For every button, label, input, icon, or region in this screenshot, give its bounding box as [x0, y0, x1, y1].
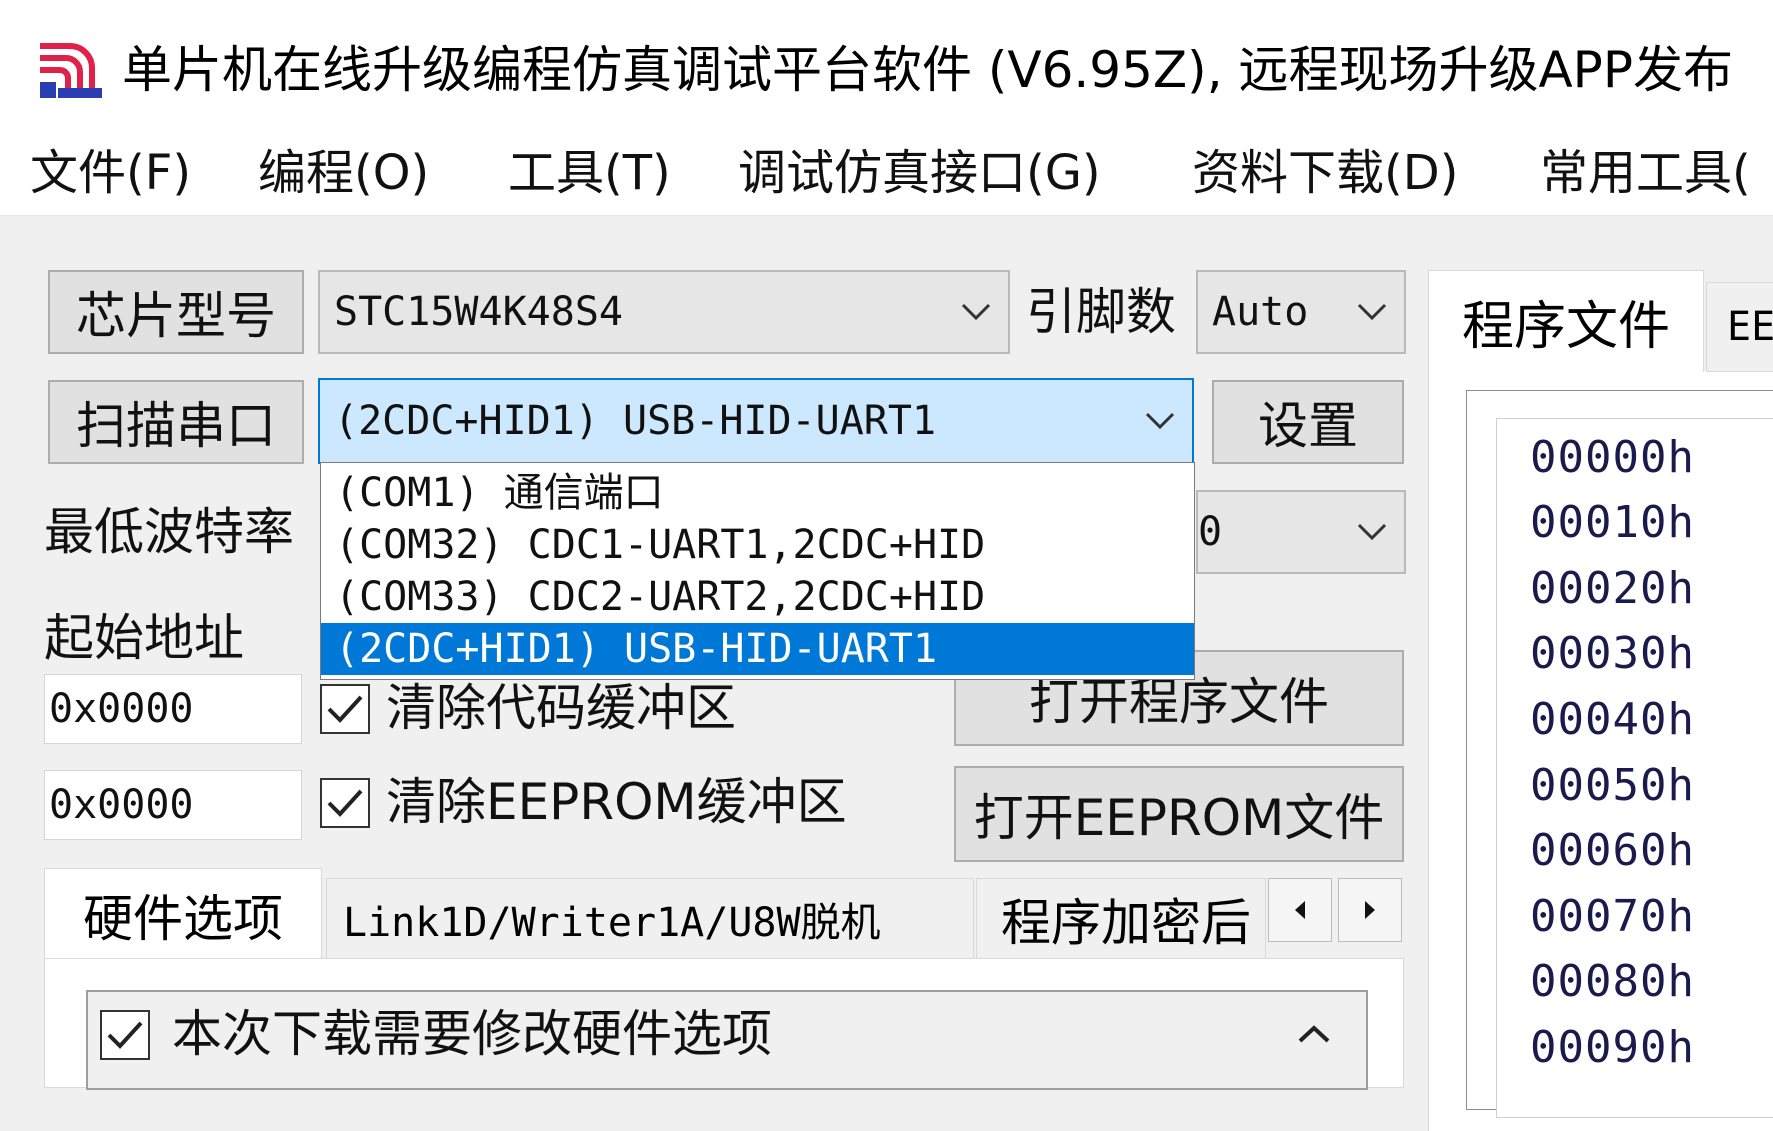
menu-debug-interface[interactable]: 调试仿真接口(G) [738, 140, 1101, 206]
port-dropdown-list[interactable]: (COM1) 通信端口 (COM32) CDC1-UART1,2CDC+HID … [320, 462, 1195, 680]
code-start-address-input[interactable]: 0x0000 [44, 674, 302, 744]
clear-code-checkbox[interactable] [320, 684, 370, 734]
hex-address: 00010h [1530, 497, 1695, 548]
clear-eeprom-label: 清除EEPROM缓冲区 [386, 773, 847, 831]
menu-common-tools[interactable]: 常用工具( [1540, 140, 1751, 206]
hex-address: 00040h [1530, 694, 1695, 745]
menu-tools[interactable]: 工具(T) [508, 140, 671, 206]
check-icon [327, 695, 363, 723]
scan-port-button[interactable]: 扫描串口 [48, 380, 304, 464]
menu-file[interactable]: 文件(F) [30, 140, 191, 206]
clear-code-label: 清除代码缓冲区 [386, 679, 736, 737]
chevron-down-icon [1128, 380, 1192, 462]
modify-hardware-checkbox[interactable] [100, 1010, 150, 1060]
hex-address: 00060h [1530, 825, 1695, 876]
tab-eeprom-file[interactable]: EE [1706, 282, 1773, 372]
chevron-down-icon [1340, 492, 1404, 572]
tab-hardware-options[interactable]: 硬件选项 [44, 868, 322, 960]
chevron-down-icon [1340, 272, 1404, 352]
start-address-label: 起始地址 [44, 609, 244, 667]
baud-select-value: 0 [1198, 509, 1223, 555]
open-eeprom-file-button[interactable]: 打开EEPROM文件 [954, 766, 1404, 862]
settings-button[interactable]: 设置 [1212, 380, 1404, 464]
hex-address: 00080h [1530, 956, 1695, 1007]
chevron-down-icon [944, 272, 1008, 352]
modify-hardware-label: 本次下载需要修改硬件选项 [172, 1005, 772, 1063]
pin-count-label: 引脚数 [1026, 283, 1176, 341]
chip-model-value: STC15W4K48S4 [334, 289, 623, 335]
eeprom-start-address-input[interactable]: 0x0000 [44, 770, 302, 840]
port-option[interactable]: (COM1) 通信端口 [321, 467, 1194, 519]
port-select-value: (2CDC+HID1) USB-HID-UART1 [334, 398, 937, 444]
collapse-chevron-up-icon[interactable] [1284, 1004, 1344, 1064]
port-option[interactable]: (COM33) CDC2-UART2,2CDC+HID [321, 571, 1194, 623]
pin-count-select[interactable]: Auto [1196, 270, 1406, 354]
hex-address: 00020h [1530, 563, 1695, 614]
hex-address: 00050h [1530, 760, 1695, 811]
port-option[interactable]: (COM32) CDC1-UART1,2CDC+HID [321, 519, 1194, 571]
arrow-left-icon [1295, 901, 1305, 919]
min-baud-label: 最低波特率 [44, 503, 294, 561]
clear-eeprom-checkbox[interactable] [320, 778, 370, 828]
port-select[interactable]: (2CDC+HID1) USB-HID-UART1 [318, 378, 1194, 464]
arrow-right-icon [1365, 901, 1375, 919]
chip-model-select[interactable]: STC15W4K48S4 [318, 270, 1010, 354]
hex-address: 00000h [1530, 432, 1695, 483]
chip-model-button[interactable]: 芯片型号 [48, 270, 304, 354]
app-logo-icon [36, 38, 106, 102]
menu-bar: 文件(F) 编程(O) 工具(T) 调试仿真接口(G) 资料下载(D) 常用工具… [0, 130, 1773, 216]
tab-offline-writer[interactable]: Link1D/Writer1A/U8W脱机 [326, 878, 974, 960]
tab-scroll-left-button[interactable] [1268, 878, 1332, 942]
check-icon [107, 1021, 143, 1049]
hex-address: 00030h [1530, 628, 1695, 679]
tab-encrypted-program[interactable]: 程序加密后 [976, 878, 1266, 960]
tab-scroll-right-button[interactable] [1338, 878, 1402, 942]
hex-address: 00090h [1530, 1022, 1695, 1073]
hex-address: 00070h [1530, 891, 1695, 942]
port-option-selected[interactable]: (2CDC+HID1) USB-HID-UART1 [321, 623, 1194, 675]
baud-select[interactable]: 0 [1196, 490, 1406, 574]
pin-count-value: Auto [1212, 289, 1309, 335]
tab-program-file[interactable]: 程序文件 [1428, 270, 1704, 372]
window-title: 单片机在线升级编程仿真调试平台软件 (V6.95Z), 远程现场升级APP发布 [122, 41, 1733, 99]
menu-downloads[interactable]: 资料下载(D) [1192, 140, 1458, 206]
menu-program[interactable]: 编程(O) [258, 140, 429, 206]
check-icon [327, 789, 363, 817]
